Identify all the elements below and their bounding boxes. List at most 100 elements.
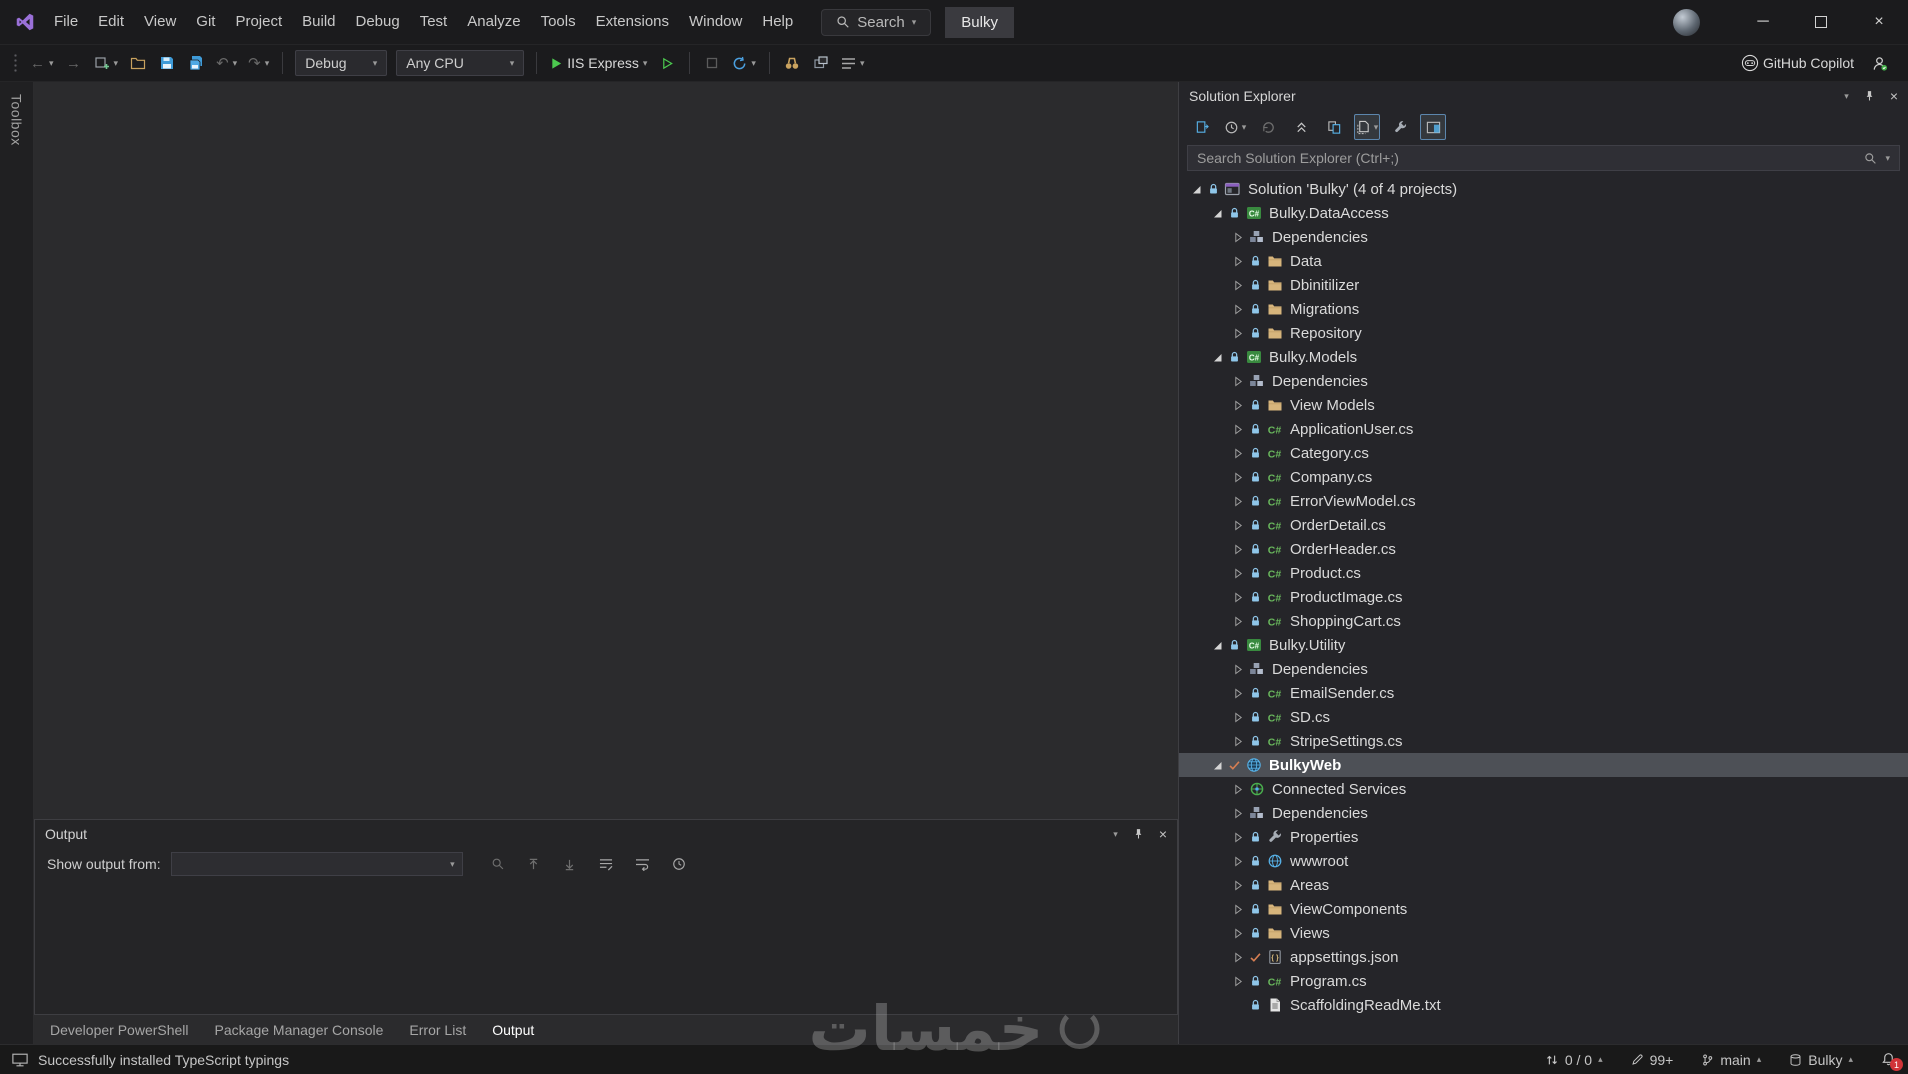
expand-arrow-icon[interactable] xyxy=(1229,951,1247,963)
expand-arrow-icon[interactable] xyxy=(1229,255,1247,267)
expand-arrow-icon[interactable] xyxy=(1229,567,1247,579)
toolbar-grip[interactable] xyxy=(13,53,18,73)
window-position-icon[interactable]: ▾ xyxy=(1844,91,1849,101)
sync-namespaces-button[interactable] xyxy=(1255,114,1281,140)
menu-analyze[interactable]: Analyze xyxy=(457,0,530,44)
repository-selector[interactable]: Bulky ▴ xyxy=(1789,1052,1853,1068)
collapse-all-button[interactable] xyxy=(1288,114,1314,140)
tree-item-applicationuser-cs[interactable]: C# ApplicationUser.cs xyxy=(1179,417,1908,441)
word-wrap-button[interactable] xyxy=(631,852,654,876)
expand-arrow-icon[interactable] xyxy=(1229,543,1247,555)
tree-item-repository[interactable]: Repository xyxy=(1179,321,1908,345)
attach-to-process-button[interactable] xyxy=(808,49,834,77)
expand-arrow-icon[interactable] xyxy=(1229,495,1247,507)
collapse-arrow-icon[interactable] xyxy=(1187,184,1205,195)
tree-item-orderheader-cs[interactable]: C# OrderHeader.cs xyxy=(1179,537,1908,561)
menu-edit[interactable]: Edit xyxy=(88,0,134,44)
pending-edits-button[interactable]: 99+ xyxy=(1631,1052,1673,1068)
menu-build[interactable]: Build xyxy=(292,0,345,44)
collapse-arrow-icon[interactable] xyxy=(1208,760,1226,771)
tree-item-viewcomponents[interactable]: ViewComponents xyxy=(1179,897,1908,921)
expand-arrow-icon[interactable] xyxy=(1229,735,1247,747)
expand-arrow-icon[interactable] xyxy=(1229,519,1247,531)
open-file-button[interactable] xyxy=(125,49,151,77)
expand-arrow-icon[interactable] xyxy=(1229,327,1247,339)
expand-arrow-icon[interactable] xyxy=(1229,591,1247,603)
pending-changes-filter-button[interactable]: ▾ xyxy=(1222,114,1248,140)
chevron-down-icon[interactable]: ▾ xyxy=(1885,153,1890,163)
tree-item-orderdetail-cs[interactable]: C# OrderDetail.cs xyxy=(1179,513,1908,537)
expand-arrow-icon[interactable] xyxy=(1229,687,1247,699)
tree-item-dependencies[interactable]: Dependencies xyxy=(1179,369,1908,393)
tree-item-stripesettings-cs[interactable]: C# StripeSettings.cs xyxy=(1179,729,1908,753)
navigate-back-button[interactable]: ← ▾ xyxy=(26,49,58,77)
menu-extensions[interactable]: Extensions xyxy=(586,0,679,44)
expand-arrow-icon[interactable] xyxy=(1229,471,1247,483)
configuration-select[interactable]: Debug ▾ xyxy=(295,50,388,76)
timestamp-button[interactable] xyxy=(668,852,690,876)
collapse-arrow-icon[interactable] xyxy=(1208,352,1226,363)
clear-all-button[interactable] xyxy=(595,852,617,876)
tree-item-migrations[interactable]: Migrations xyxy=(1179,297,1908,321)
expand-arrow-icon[interactable] xyxy=(1229,975,1247,987)
tree-item-program-cs[interactable]: C# Program.cs xyxy=(1179,969,1908,993)
toolbox-tab[interactable]: Toolbox xyxy=(7,90,27,150)
menu-debug[interactable]: Debug xyxy=(346,0,410,44)
tree-item-emailsender-cs[interactable]: C# EmailSender.cs xyxy=(1179,681,1908,705)
expand-arrow-icon[interactable] xyxy=(1229,807,1247,819)
tree-item-dependencies[interactable]: Dependencies xyxy=(1179,657,1908,681)
expand-arrow-icon[interactable] xyxy=(1229,447,1247,459)
expand-arrow-icon[interactable] xyxy=(1229,399,1247,411)
tree-item-connected-services[interactable]: Connected Services xyxy=(1179,777,1908,801)
start-without-debugging-button[interactable] xyxy=(654,49,680,77)
solution-explorer-search-input[interactable] xyxy=(1197,150,1857,166)
find-message-button[interactable] xyxy=(487,852,509,876)
menu-project[interactable]: Project xyxy=(225,0,292,44)
notifications-button[interactable]: 1 xyxy=(1881,1052,1903,1071)
expand-arrow-icon[interactable] xyxy=(1229,663,1247,675)
expand-arrow-icon[interactable] xyxy=(1229,279,1247,291)
panel-tab-package-manager-console[interactable]: Package Manager Console xyxy=(215,1022,384,1038)
menu-tools[interactable]: Tools xyxy=(531,0,586,44)
tree-item-dbinitilizer[interactable]: Dbinitilizer xyxy=(1179,273,1908,297)
panel-tab-error-list[interactable]: Error List xyxy=(409,1022,466,1038)
panel-tab-output[interactable]: Output xyxy=(492,1022,534,1038)
tree-item-bulky-models[interactable]: C# Bulky.Models xyxy=(1179,345,1908,369)
tree-item-shoppingcart-cs[interactable]: C# ShoppingCart.cs xyxy=(1179,609,1908,633)
start-debugging-button[interactable]: IIS Express ▾ xyxy=(546,49,651,77)
menu-help[interactable]: Help xyxy=(752,0,803,44)
undo-button[interactable]: ↶ ▾ xyxy=(212,49,241,77)
save-button[interactable] xyxy=(154,49,180,77)
menu-file[interactable]: File xyxy=(44,0,88,44)
sync-with-active-document-button[interactable] xyxy=(1321,114,1347,140)
previous-message-button[interactable] xyxy=(523,852,545,876)
tree-item-sd-cs[interactable]: C# SD.cs xyxy=(1179,705,1908,729)
menu-git[interactable]: Git xyxy=(186,0,225,44)
pin-icon[interactable] xyxy=(1863,89,1876,103)
expand-arrow-icon[interactable] xyxy=(1229,903,1247,915)
show-all-files-button[interactable]: ▾ xyxy=(1354,114,1380,140)
titlebar-search[interactable]: Search ▾ xyxy=(821,8,932,36)
tree-item-productimage-cs[interactable]: C# ProductImage.cs xyxy=(1179,585,1908,609)
hot-reload-button[interactable]: ▾ xyxy=(728,49,760,77)
tree-item-bulkyweb[interactable]: BulkyWeb xyxy=(1179,753,1908,777)
expand-arrow-icon[interactable] xyxy=(1229,831,1247,843)
tree-item-appsettings-json[interactable]: { } appsettings.json xyxy=(1179,945,1908,969)
new-project-button[interactable]: ▾ xyxy=(90,49,123,77)
tree-item-properties[interactable]: Properties xyxy=(1179,825,1908,849)
expand-arrow-icon[interactable] xyxy=(1229,855,1247,867)
properties-button[interactable] xyxy=(1387,114,1413,140)
tree-item-view-models[interactable]: View Models xyxy=(1179,393,1908,417)
tree-item-wwwroot[interactable]: wwwroot xyxy=(1179,849,1908,873)
save-all-button[interactable] xyxy=(183,49,209,77)
expand-arrow-icon[interactable] xyxy=(1229,783,1247,795)
platform-select[interactable]: Any CPU ▾ xyxy=(396,50,525,76)
tree-item-solution-bulky-4-of-4-projects[interactable]: Solution 'Bulky' (4 of 4 projects) xyxy=(1179,177,1908,201)
expand-arrow-icon[interactable] xyxy=(1229,375,1247,387)
switch-views-button[interactable] xyxy=(1189,114,1215,140)
tree-item-product-cs[interactable]: C# Product.cs xyxy=(1179,561,1908,585)
output-source-select[interactable]: ▾ xyxy=(170,852,463,876)
tree-item-data[interactable]: Data xyxy=(1179,249,1908,273)
close-icon[interactable]: × xyxy=(1159,826,1167,842)
expand-arrow-icon[interactable] xyxy=(1229,423,1247,435)
